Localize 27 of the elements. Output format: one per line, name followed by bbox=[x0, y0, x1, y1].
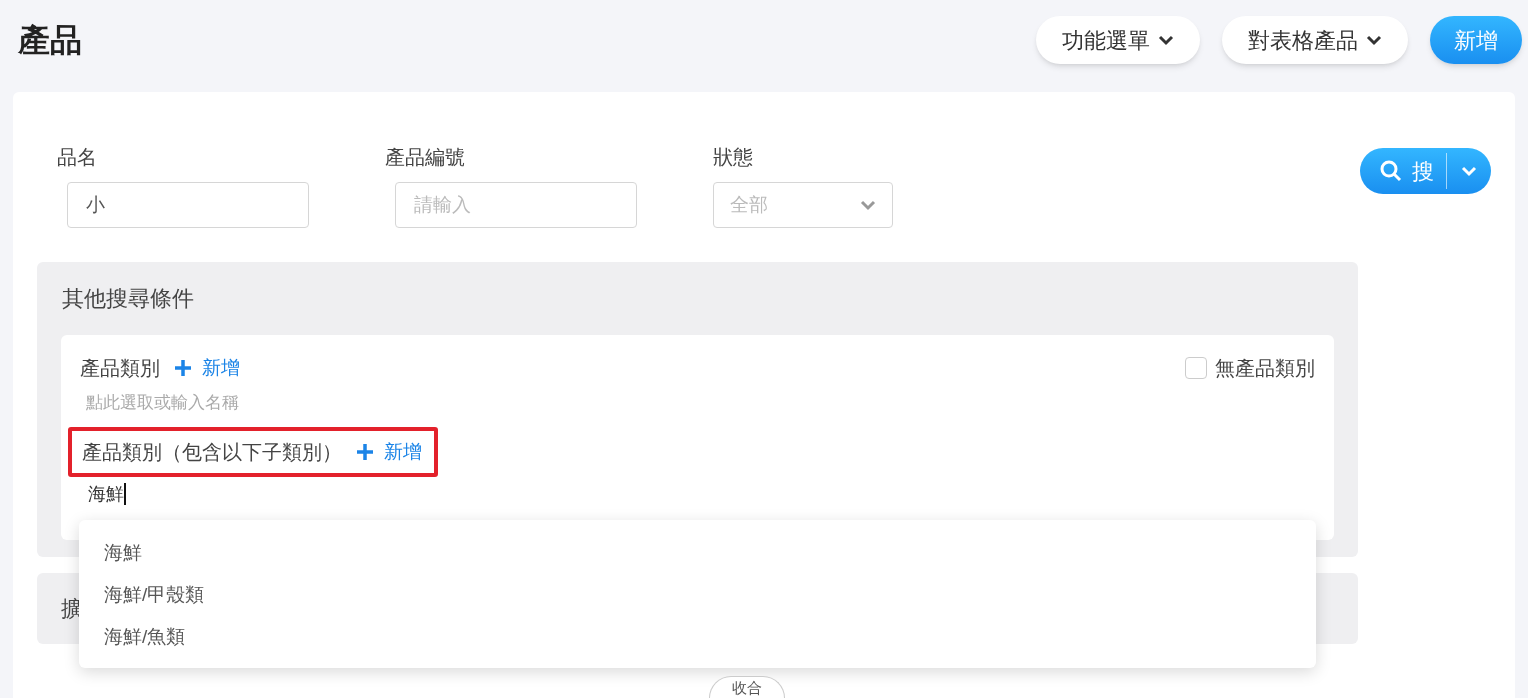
plus-icon bbox=[174, 359, 192, 377]
search-icon bbox=[1380, 160, 1402, 182]
plus-icon bbox=[356, 443, 374, 461]
add-link[interactable]: 新增 bbox=[356, 437, 422, 467]
checkbox[interactable] bbox=[1185, 357, 1207, 379]
menu-button[interactable]: 對表格產品 bbox=[1222, 16, 1408, 64]
field-label: 產品編號 bbox=[385, 145, 466, 170]
dropdown-option[interactable]: 海鮮/甲殼類 bbox=[79, 574, 1316, 616]
chevron-down-icon bbox=[1366, 34, 1382, 46]
page-title: 產品 bbox=[18, 21, 82, 60]
add-link[interactable]: 新增 bbox=[174, 353, 240, 383]
field-label: 品名 bbox=[57, 145, 98, 170]
chevron-down-icon bbox=[1158, 34, 1174, 46]
panel-title: 其他搜尋條件 bbox=[62, 285, 195, 313]
input-field[interactable]: 點此選取或輸入名稱 bbox=[86, 389, 686, 417]
dropdown-option[interactable]: 海鮮 bbox=[79, 532, 1316, 574]
checkbox-label: 無產品類別 bbox=[1215, 356, 1315, 381]
input-field[interactable]: 請輸入 bbox=[395, 182, 637, 228]
input-field[interactable]: 小 bbox=[67, 182, 309, 228]
field-label: 產品類別 bbox=[80, 356, 160, 381]
chevron-down-icon bbox=[1461, 165, 1477, 177]
chevron-down-icon bbox=[860, 199, 876, 211]
field-label: 狀態 bbox=[713, 145, 754, 170]
input-field[interactable]: 海鮮 bbox=[88, 479, 688, 509]
dropdown-option[interactable]: 海鮮/魚類 bbox=[79, 616, 1316, 658]
field-label: 產品類別（包含以下子類別） bbox=[82, 440, 342, 465]
menu-button[interactable]: 功能選單 bbox=[1036, 16, 1200, 64]
